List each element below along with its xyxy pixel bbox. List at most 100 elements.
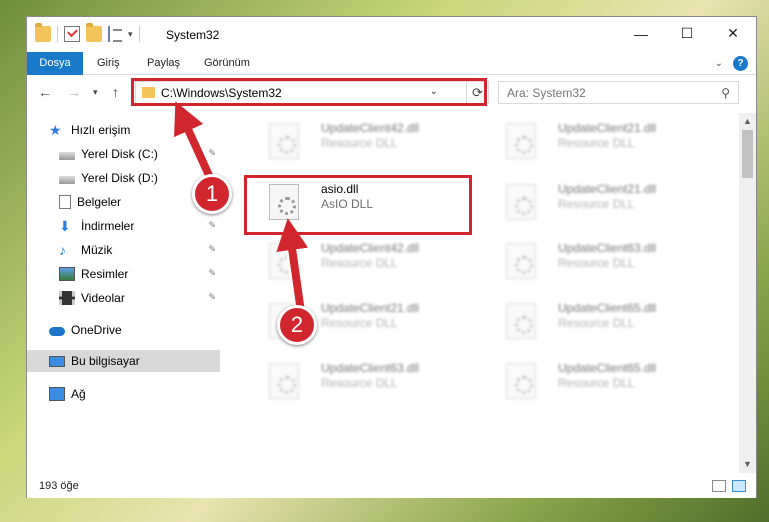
pin-icon[interactable]: ✎ xyxy=(208,220,216,231)
dll-file-icon xyxy=(506,243,536,279)
sidebar-item-label: OneDrive xyxy=(71,323,122,337)
list-item[interactable]: UpdateClient65.dll Resource DLL xyxy=(484,295,706,345)
list-item[interactable]: UpdateClient42.dll Resource DLL xyxy=(247,115,469,165)
file-name: UpdateClient42.dll xyxy=(321,241,420,255)
list-item[interactable]: UpdateClient21.dll Resource DLL xyxy=(484,115,706,165)
music-icon: ♪ xyxy=(59,242,66,258)
asio-dll-highlight xyxy=(244,175,472,235)
file-name: UpdateClient63.dll xyxy=(321,361,420,375)
minimize-button[interactable]: — xyxy=(618,17,664,50)
pin-icon[interactable]: ✎ xyxy=(208,148,216,159)
drive-icon xyxy=(59,152,75,160)
sidebar-item-label: Resimler xyxy=(81,267,129,281)
dll-file-icon xyxy=(506,184,536,220)
search-input[interactable] xyxy=(507,83,707,103)
status-bar: 193 öğe xyxy=(27,475,756,498)
details-view-icon[interactable] xyxy=(712,480,726,492)
maximize-button[interactable]: ☐ xyxy=(664,17,710,50)
file-name: UpdateClient63.dll xyxy=(558,241,657,255)
sidebar-item-disk-c[interactable]: Yerel Disk (C:) ✎ xyxy=(27,143,220,165)
up-arrow-icon[interactable]: ↑ xyxy=(112,84,119,100)
tab-gorunum[interactable]: Görünüm xyxy=(204,52,250,75)
file-name: UpdateClient65.dll xyxy=(558,301,657,315)
search-icon[interactable]: ⚲ xyxy=(721,86,730,100)
drive-icon xyxy=(59,176,75,184)
window-controls: — ☐ ✕ xyxy=(618,17,756,50)
tab-paylas[interactable]: Paylaş xyxy=(147,52,180,75)
computer-icon xyxy=(49,355,65,367)
sidebar-item-onedrive[interactable]: OneDrive xyxy=(27,319,220,341)
file-name: UpdateClient21.dll xyxy=(321,301,420,315)
dll-file-icon xyxy=(506,303,536,339)
address-bar-highlight xyxy=(131,78,487,106)
file-name: UpdateClient21.dll xyxy=(558,182,657,196)
star-icon: ★ xyxy=(49,122,62,138)
file-name: UpdateClient42.dll xyxy=(321,121,420,135)
sidebar-item-music[interactable]: ♪ Müzik ✎ xyxy=(27,239,220,261)
list-item[interactable]: UpdateClient63.dll Resource DLL xyxy=(247,355,469,405)
sidebar-item-label: Videolar xyxy=(81,291,125,305)
scroll-up-arrow-icon[interactable]: ▲ xyxy=(739,113,756,130)
sidebar-item-label: Bu bilgisayar xyxy=(71,354,140,368)
properties-check-icon[interactable] xyxy=(64,26,80,42)
tab-giris[interactable]: Giriş xyxy=(97,52,120,75)
view-switcher xyxy=(712,480,746,492)
file-description: Resource DLL xyxy=(321,316,398,330)
file-list: UpdateClient42.dll Resource DLL asio.dll… xyxy=(221,113,739,469)
file-description: Resource DLL xyxy=(558,136,635,150)
back-arrow-icon[interactable]: ← xyxy=(38,84,52,100)
recent-locations-chevron-icon[interactable]: ▾ xyxy=(93,87,98,98)
sidebar-item-downloads[interactable]: ⬇ İndirmeler ✎ xyxy=(27,215,220,237)
vertical-scrollbar[interactable]: ▲ ▼ xyxy=(739,113,756,473)
onedrive-icon xyxy=(49,327,65,336)
scroll-thumb[interactable] xyxy=(742,130,753,178)
list-item[interactable]: UpdateClient21.dll Resource DLL xyxy=(484,176,706,226)
sidebar-item-videos[interactable]: Videolar ✎ xyxy=(27,287,220,309)
list-item[interactable]: UpdateClient42.dll Resource DLL xyxy=(247,235,469,285)
downloads-icon: ⬇ xyxy=(59,218,71,234)
folder-icon xyxy=(35,23,51,42)
forward-arrow-icon[interactable]: → xyxy=(67,84,81,100)
new-folder-icon[interactable] xyxy=(86,23,102,42)
sidebar-item-label: Ağ xyxy=(71,387,86,401)
dll-file-icon xyxy=(269,243,299,279)
close-button[interactable]: ✕ xyxy=(710,17,756,50)
dll-file-icon xyxy=(269,363,299,399)
sidebar-item-label: Hızlı erişim xyxy=(71,123,131,137)
file-description: Resource DLL xyxy=(321,376,398,390)
file-description: Resource DLL xyxy=(558,376,635,390)
file-description: Resource DLL xyxy=(321,136,398,150)
dll-file-icon xyxy=(269,123,299,159)
list-item[interactable]: UpdateClient63.dll Resource DLL xyxy=(484,235,706,285)
pictures-icon xyxy=(59,267,75,281)
list-item[interactable]: UpdateClient65.dll Resource DLL xyxy=(484,355,706,405)
sidebar-item-pictures[interactable]: Resimler ✎ xyxy=(27,263,220,285)
sidebar-item-quick-access[interactable]: ★ Hızlı erişim xyxy=(27,119,220,141)
chevron-down-icon[interactable]: ▾ xyxy=(128,29,133,40)
network-icon xyxy=(49,387,65,401)
quick-access-toolbar: ▾ xyxy=(35,23,140,42)
search-box[interactable]: ⚲ xyxy=(498,81,739,104)
scroll-down-arrow-icon[interactable]: ▼ xyxy=(739,456,756,473)
help-icon[interactable]: ? xyxy=(733,56,748,71)
tiles-view-icon[interactable] xyxy=(732,480,746,492)
item-count: 193 öğe xyxy=(39,480,79,492)
chevron-down-icon[interactable]: ⌄ xyxy=(715,58,723,69)
sidebar-item-network[interactable]: Ağ xyxy=(27,383,220,405)
file-description: Resource DLL xyxy=(558,316,635,330)
sidebar-item-label: Müzik xyxy=(81,243,113,257)
navigation-pane: ★ Hızlı erişim Yerel Disk (C:) ✎ Yerel D… xyxy=(27,113,220,469)
sidebar-item-disk-d[interactable]: Yerel Disk (D:) xyxy=(27,167,220,189)
pin-icon[interactable]: ✎ xyxy=(208,244,216,255)
videos-icon xyxy=(59,291,75,305)
divider xyxy=(138,26,140,42)
step-1-badge: 1 xyxy=(192,174,232,214)
customize-toolbar-icon[interactable] xyxy=(108,26,122,42)
sidebar-item-label: Yerel Disk (D:) xyxy=(81,171,158,185)
pin-icon[interactable]: ✎ xyxy=(208,268,216,279)
pin-icon[interactable]: ✎ xyxy=(208,292,216,303)
sidebar-item-label: Yerel Disk (C:) xyxy=(81,147,158,161)
file-description: Resource DLL xyxy=(558,197,635,211)
tab-dosya[interactable]: Dosya xyxy=(27,52,83,75)
sidebar-item-this-pc[interactable]: Bu bilgisayar xyxy=(27,350,220,372)
